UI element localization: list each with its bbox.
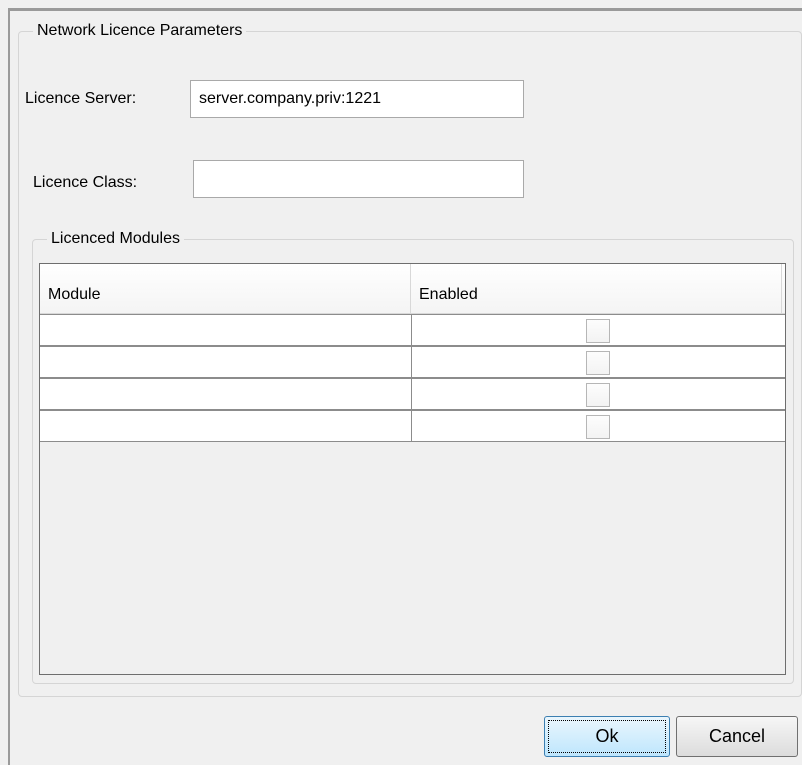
module-cell[interactable]: [40, 378, 412, 410]
table-row[interactable]: [40, 346, 785, 378]
licence-class-input[interactable]: [193, 160, 524, 198]
licence-dialog: Network Licence Parameters Licence Serve…: [0, 0, 802, 765]
table-row[interactable]: [40, 410, 785, 442]
cancel-button-label: Cancel: [708, 726, 766, 746]
ok-button-label: Ok: [595, 726, 619, 746]
column-header-module[interactable]: Module: [40, 264, 411, 314]
module-cell[interactable]: [40, 410, 412, 442]
enabled-checkbox[interactable]: [586, 319, 610, 343]
enabled-cell[interactable]: [412, 314, 785, 346]
licenced-modules-group-title: Licenced Modules: [51, 230, 180, 247]
cancel-button[interactable]: Cancel: [676, 716, 798, 757]
header-filler: [781, 264, 785, 314]
enabled-cell[interactable]: [412, 410, 785, 442]
window-left-border: [8, 8, 10, 765]
licence-server-input[interactable]: server.company.priv:1221: [190, 80, 524, 118]
ok-button[interactable]: Ok: [544, 716, 670, 757]
modules-table[interactable]: Module Enabled: [39, 263, 786, 675]
enabled-cell[interactable]: [412, 346, 785, 378]
table-header: Module Enabled: [40, 264, 785, 314]
module-cell[interactable]: [40, 346, 412, 378]
window-top-border: [8, 8, 802, 11]
licence-class-label: Licence Class:: [33, 174, 138, 191]
network-licence-group-title: Network Licence Parameters: [37, 22, 243, 39]
module-cell[interactable]: [40, 314, 412, 346]
enabled-checkbox[interactable]: [586, 415, 610, 439]
table-row[interactable]: [40, 378, 785, 410]
enabled-checkbox[interactable]: [586, 383, 610, 407]
column-header-enabled[interactable]: Enabled: [411, 264, 783, 314]
table-row[interactable]: [40, 314, 785, 346]
licence-server-label: Licence Server:: [25, 90, 137, 107]
enabled-checkbox[interactable]: [586, 351, 610, 375]
enabled-cell[interactable]: [412, 378, 785, 410]
